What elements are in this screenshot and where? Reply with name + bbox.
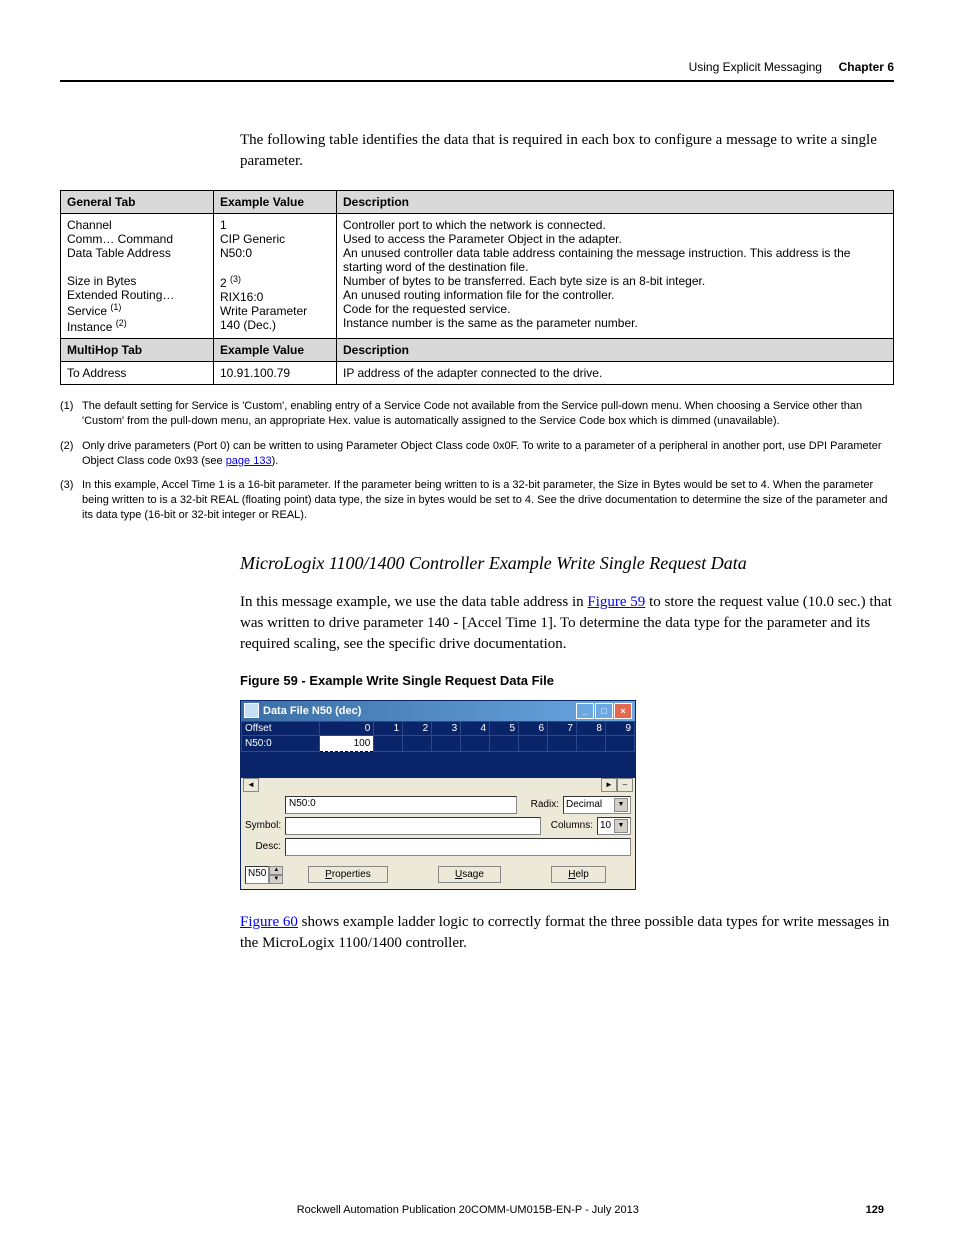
- data-file-window: Data File N50 (dec) _ □ × Offset 0 1 2 3…: [240, 700, 636, 890]
- columns-select[interactable]: 10 ▼: [597, 817, 631, 835]
- header-chapter: Chapter 6: [839, 60, 894, 74]
- link-page-133[interactable]: page 133: [226, 455, 272, 467]
- link-figure-59[interactable]: Figure 59: [587, 594, 645, 610]
- h-scrollbar[interactable]: ◄ ► –: [241, 778, 635, 792]
- scroll-right-icon[interactable]: ►: [601, 778, 617, 792]
- paragraph-2: In this message example, we use the data…: [240, 592, 894, 655]
- th-desc: Description: [337, 191, 894, 214]
- properties-button[interactable]: Properties: [308, 866, 388, 883]
- maximize-button[interactable]: □: [595, 703, 613, 719]
- section-heading: MicroLogix 1100/1400 Controller Example …: [240, 553, 894, 574]
- desc-input[interactable]: [285, 838, 631, 856]
- intro-paragraph: The following table identifies the data …: [240, 130, 894, 172]
- th-general: General Tab: [61, 191, 214, 214]
- window-title: Data File N50 (dec): [263, 705, 361, 717]
- footer-publication: Rockwell Automation Publication 20COMM-U…: [297, 1204, 639, 1216]
- th-example2: Example Value: [214, 339, 337, 362]
- address-input[interactable]: N50:0: [285, 796, 517, 814]
- symbol-label: Symbol:: [245, 820, 281, 831]
- config-table: General Tab Example Value Description Ch…: [60, 190, 894, 385]
- figure-caption: Figure 59 - Example Write Single Request…: [240, 673, 894, 688]
- spin-down-icon[interactable]: ▼: [269, 875, 283, 884]
- header-rule: [60, 80, 894, 82]
- minimize-button[interactable]: _: [576, 703, 594, 719]
- footnote-1: (1) The default setting for Service is '…: [60, 399, 894, 429]
- scroll-left-icon[interactable]: ◄: [243, 778, 259, 792]
- cell-value[interactable]: 100: [319, 735, 374, 751]
- titlebar: Data File N50 (dec) _ □ ×: [241, 701, 635, 721]
- help-button[interactable]: Help: [551, 866, 606, 883]
- th-multihop: MultiHop Tab: [61, 339, 214, 362]
- footnote-2: (2) Only drive parameters (Port 0) can b…: [60, 439, 894, 469]
- th-desc2: Description: [337, 339, 894, 362]
- footnote-3: (3) In this example, Accel Time 1 is a 1…: [60, 478, 894, 523]
- cell: 1 CIP Generic N50:0 2 (3) RIX16:0 Write …: [214, 214, 337, 339]
- scroll-line-icon[interactable]: –: [617, 778, 633, 792]
- desc-label: Desc:: [245, 841, 281, 852]
- window-icon: [244, 703, 259, 718]
- symbol-input[interactable]: [285, 817, 541, 835]
- link-figure-60[interactable]: Figure 60: [240, 914, 298, 930]
- spin-up-icon[interactable]: ▲: [269, 866, 283, 875]
- page-number: 129: [866, 1204, 884, 1216]
- chevron-down-icon: ▼: [614, 798, 628, 812]
- file-spinner[interactable]: N50 ▲ ▼: [245, 866, 279, 884]
- columns-label: Columns:: [545, 820, 593, 831]
- th-example: Example Value: [214, 191, 337, 214]
- paragraph-3: Figure 60 shows example ladder logic to …: [240, 912, 894, 954]
- usage-button[interactable]: Usage: [438, 866, 501, 883]
- table-row: N50:0 100: [242, 735, 635, 751]
- radix-label: Radix:: [521, 799, 559, 810]
- radix-select[interactable]: Decimal ▼: [563, 796, 631, 814]
- close-button[interactable]: ×: [614, 703, 632, 719]
- running-header: Using Explicit Messaging Chapter 6: [60, 60, 894, 74]
- cell: Channel Comm… Command Data Table Address…: [61, 214, 214, 339]
- footer: Rockwell Automation Publication 20COMM-U…: [60, 1204, 894, 1216]
- header-section: Using Explicit Messaging: [689, 60, 822, 74]
- chevron-down-icon: ▼: [614, 819, 628, 833]
- cell: Controller port to which the network is …: [337, 214, 894, 339]
- data-grid: Offset 0 1 2 3 4 5 6 7 8 9 N50:0 100: [241, 721, 635, 752]
- grid-empty: [241, 752, 635, 778]
